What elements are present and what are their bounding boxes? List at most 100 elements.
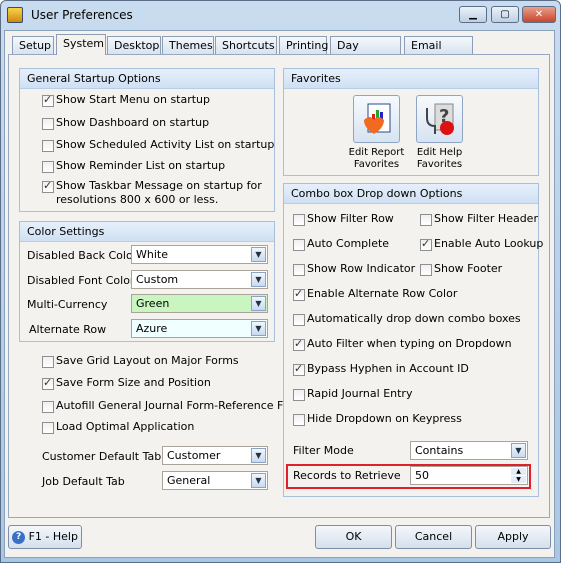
checkbox[interactable] xyxy=(420,264,432,276)
checkbox-label[interactable]: Show Dashboard on startup xyxy=(56,116,209,129)
checkbox[interactable] xyxy=(42,140,54,152)
checkbox[interactable] xyxy=(293,239,305,251)
tab-system[interactable]: System xyxy=(56,34,106,55)
edit-report-favorites-button[interactable] xyxy=(353,95,400,143)
checkbox-label[interactable]: Show Taskbar Message on startup for xyxy=(56,179,262,192)
cancel-button[interactable]: Cancel xyxy=(395,525,472,549)
minimize-button[interactable]: ▁ xyxy=(459,6,487,23)
checkbox-label[interactable]: Enable Auto Lookup xyxy=(434,237,543,250)
button-label: F1 - Help xyxy=(28,530,78,543)
checkbox[interactable] xyxy=(293,362,305,376)
select-value: Custom xyxy=(136,273,179,286)
apply-button[interactable]: Apply xyxy=(475,525,551,549)
checkbox[interactable] xyxy=(420,214,432,226)
filter-mode-label: Filter Mode xyxy=(293,444,354,457)
ok-button[interactable]: OK xyxy=(315,525,392,549)
app-icon xyxy=(7,7,23,23)
chevron-down-icon[interactable]: ▼ xyxy=(251,296,266,311)
checkbox-label[interactable]: Auto Complete xyxy=(307,237,389,250)
group-title: Combo box Drop down Options xyxy=(284,184,538,204)
tab-themes[interactable]: Themes xyxy=(162,36,214,55)
customer-default-tab-select[interactable]: Customer ▼ xyxy=(162,446,268,465)
color-select[interactable]: White ▼ xyxy=(131,245,268,264)
color-select[interactable]: Green ▼ xyxy=(131,294,268,313)
tab-desktop[interactable]: Desktop xyxy=(107,36,161,55)
f1-help-button[interactable]: ? F1 - Help xyxy=(8,525,82,549)
checkbox[interactable] xyxy=(293,314,305,326)
checkbox-label[interactable]: Rapid Journal Entry xyxy=(307,387,412,400)
job-default-tab-label: Job Default Tab xyxy=(42,475,125,488)
checkbox-label[interactable]: Save Grid Layout on Major Forms xyxy=(56,354,239,367)
records-to-retrieve-input[interactable]: 50 ▲ ▼ xyxy=(410,466,528,485)
checkbox-label[interactable]: Hide Dropdown on Keypress xyxy=(307,412,462,425)
checkbox-label[interactable]: Show Filter Header xyxy=(434,212,538,225)
spin-down-button[interactable]: ▼ xyxy=(511,476,526,483)
select-value: Green xyxy=(136,297,170,310)
input-value: 50 xyxy=(415,469,429,482)
select-value: Customer xyxy=(167,449,221,462)
group-title: Favorites xyxy=(284,69,538,89)
checkbox-label[interactable]: Enable Alternate Row Color xyxy=(307,287,457,300)
tab-day-planner[interactable]: Day Planner xyxy=(330,36,401,65)
checkbox[interactable] xyxy=(42,356,54,368)
checkbox-label[interactable]: Show Reminder List on startup xyxy=(56,159,225,172)
checkbox[interactable] xyxy=(293,287,305,301)
checkbox[interactable] xyxy=(42,161,54,173)
help-stethoscope-icon: ? xyxy=(426,103,454,135)
checkbox[interactable] xyxy=(293,264,305,276)
help-icon: ? xyxy=(12,530,26,544)
color-select[interactable]: Custom ▼ xyxy=(131,270,268,289)
job-default-tab-select[interactable]: General ▼ xyxy=(162,471,268,490)
chevron-down-icon[interactable]: ▼ xyxy=(251,321,266,336)
color-label: Alternate Row xyxy=(29,323,107,336)
close-button[interactable]: ✕ xyxy=(522,6,556,23)
customer-default-tab-label: Customer Default Tab xyxy=(42,450,162,463)
checkbox-label[interactable]: Save Form Size and Position xyxy=(56,376,211,389)
tab-setup[interactable]: Setup xyxy=(12,36,54,55)
checkbox-label[interactable]: Autofill General Journal Form-Reference … xyxy=(56,399,302,412)
color-label: Multi-Currency xyxy=(27,298,108,311)
chevron-down-icon[interactable]: ▼ xyxy=(251,448,266,463)
color-select[interactable]: Azure ▼ xyxy=(131,319,268,338)
checkbox-label[interactable]: Load Optimal Application xyxy=(56,420,194,433)
edit-help-favorites-button[interactable]: ? xyxy=(416,95,463,143)
checkbox[interactable] xyxy=(42,422,54,434)
filter-mode-select[interactable]: Contains ▼ xyxy=(410,441,528,460)
checkbox[interactable] xyxy=(42,401,54,413)
checkbox[interactable] xyxy=(293,414,305,426)
checkbox-label[interactable]: Show Row Indicator xyxy=(307,262,415,275)
checkbox[interactable] xyxy=(293,214,305,226)
maximize-button[interactable]: ▢ xyxy=(491,6,519,23)
checkbox[interactable] xyxy=(420,237,432,251)
checkbox[interactable] xyxy=(293,337,305,351)
chevron-down-icon[interactable]: ▼ xyxy=(511,443,526,458)
chevron-down-icon[interactable]: ▼ xyxy=(251,473,266,488)
tab-shortcuts[interactable]: Shortcuts xyxy=(215,36,277,55)
checkbox[interactable] xyxy=(42,179,54,193)
checkbox-label[interactable]: Bypass Hyphen in Account ID xyxy=(307,362,469,375)
tab-printing[interactable]: Printing xyxy=(279,36,328,55)
checkbox-label[interactable]: Automatically drop down combo boxes xyxy=(307,312,521,325)
checkbox[interactable] xyxy=(42,93,54,107)
label-line: Favorites xyxy=(416,159,463,170)
tab-email-setup[interactable]: Email Setup xyxy=(404,36,473,65)
select-value: White xyxy=(136,248,168,261)
chevron-down-icon[interactable]: ▼ xyxy=(251,272,266,287)
edit-help-favorites-label: Edit Help Favorites xyxy=(403,147,476,171)
chevron-down-icon[interactable]: ▼ xyxy=(251,247,266,262)
checkbox-label[interactable]: Show Filter Row xyxy=(307,212,394,225)
color-label: Disabled Font Color xyxy=(27,274,135,287)
label-line: Edit Help xyxy=(416,147,463,158)
spin-up-button[interactable]: ▲ xyxy=(511,468,526,475)
checkbox-label[interactable]: Show Footer xyxy=(434,262,502,275)
checkbox[interactable] xyxy=(42,118,54,130)
checkbox-label[interactable]: Show Start Menu on startup xyxy=(56,93,210,106)
group-title: General Startup Options xyxy=(20,69,274,89)
checkbox-label[interactable]: Auto Filter when typing on Dropdown xyxy=(307,337,512,350)
checkbox[interactable] xyxy=(293,389,305,401)
group-title: Color Settings xyxy=(20,222,274,242)
records-to-retrieve-label: Records to Retrieve xyxy=(293,469,401,482)
checkbox[interactable] xyxy=(42,376,54,390)
checkbox-label[interactable]: Show Scheduled Activity List on startup xyxy=(56,138,274,151)
color-label: Disabled Back Color xyxy=(27,249,138,262)
